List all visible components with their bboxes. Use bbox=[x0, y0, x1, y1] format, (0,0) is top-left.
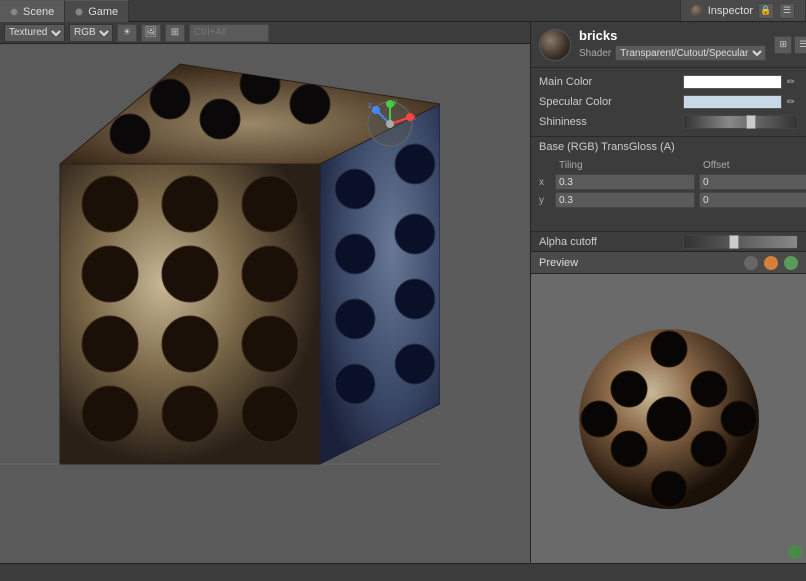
alpha-cutoff-row: Alpha cutoff bbox=[531, 231, 806, 251]
specular-color-label: Specular Color bbox=[539, 96, 679, 108]
preview-sphere-svg bbox=[569, 309, 769, 529]
viewport: Textured RGB ☀ 🖼 ⊞ bbox=[0, 22, 530, 563]
preview-canvas bbox=[531, 274, 806, 563]
tab-inspector[interactable]: Inspector 🔒 ☰ bbox=[680, 0, 806, 21]
tiling-col-header: Tiling bbox=[555, 160, 695, 171]
properties: Main Color ✏ Specular Color ✏ Shininess bbox=[531, 68, 806, 136]
material-icons: ⊞ ☰ bbox=[774, 36, 806, 54]
preview-btn-orange[interactable] bbox=[764, 256, 778, 270]
texture-content: Tiling Offset x y bbox=[539, 157, 798, 223]
specular-color-eyedropper[interactable]: ✏ bbox=[784, 95, 798, 109]
status-bar bbox=[0, 563, 806, 581]
material-icon-btn-2[interactable]: ☰ bbox=[794, 36, 806, 54]
tiling-y-input[interactable] bbox=[555, 192, 695, 208]
tiling-offset-header: Tiling Offset bbox=[539, 157, 806, 173]
inspector-tab-label: Inspector bbox=[708, 5, 753, 17]
svg-text:z: z bbox=[368, 101, 372, 110]
game-tab-label: Game bbox=[88, 6, 118, 18]
offset-x-input[interactable] bbox=[699, 174, 806, 190]
shininess-thumb[interactable] bbox=[746, 115, 756, 129]
viewport-scene: z y x bbox=[0, 44, 530, 563]
material-icon-btn-1[interactable]: ⊞ bbox=[774, 36, 792, 54]
preview-btn-green[interactable] bbox=[784, 256, 798, 270]
x-axis-label: x bbox=[539, 177, 551, 188]
layers-icon-btn[interactable]: ⊞ bbox=[165, 24, 185, 42]
search-input[interactable] bbox=[189, 24, 269, 42]
inspector-menu-button[interactable]: ☰ bbox=[779, 3, 795, 19]
texture-header: Base (RGB) TransGloss (A) bbox=[539, 141, 798, 153]
tab-game[interactable]: Game bbox=[65, 0, 129, 22]
inspector-panel: bricks Shader Transparent/Cutout/Specula… bbox=[530, 22, 806, 563]
specular-color-swatch[interactable] bbox=[683, 95, 782, 109]
shader-select[interactable]: Transparent/Cutout/Specular bbox=[615, 45, 766, 61]
sun-icon-btn[interactable]: ☀ bbox=[117, 24, 137, 42]
main-color-eyedropper[interactable]: ✏ bbox=[784, 75, 798, 89]
material-shader-row: Shader Transparent/Cutout/Specular bbox=[579, 45, 766, 61]
shininess-row: Shininess bbox=[531, 112, 806, 132]
material-info: bricks Shader Transparent/Cutout/Specula… bbox=[579, 28, 766, 61]
inspector-sphere-icon bbox=[691, 5, 703, 17]
scene-dot-icon bbox=[10, 8, 18, 16]
main-color-value: ✏ bbox=[683, 75, 798, 89]
svg-text:y: y bbox=[393, 97, 397, 106]
game-dot-icon bbox=[75, 8, 83, 16]
preview-sphere-container bbox=[531, 274, 806, 563]
viewport-toolbar: Textured RGB ☀ 🖼 ⊞ bbox=[0, 22, 530, 44]
tiling-x-row: x bbox=[539, 173, 806, 191]
texture-label: Base (RGB) TransGloss (A) bbox=[539, 141, 798, 153]
main-color-swatch[interactable] bbox=[683, 75, 782, 89]
scene-render: z y x bbox=[0, 44, 530, 563]
preview-title: Preview bbox=[539, 257, 738, 269]
specular-color-value: ✏ bbox=[683, 95, 798, 109]
scene-svg: z y x bbox=[0, 44, 440, 534]
corner-add-button[interactable] bbox=[788, 545, 802, 559]
material-preview-sphere bbox=[539, 29, 571, 61]
color-mode-select[interactable]: RGB bbox=[69, 24, 113, 42]
alpha-slider-thumb[interactable] bbox=[729, 235, 739, 249]
tiling-x-input[interactable] bbox=[555, 174, 695, 190]
shininess-value bbox=[683, 115, 798, 129]
tab-bar: Scene Game Inspector 🔒 ☰ bbox=[0, 0, 806, 22]
shininess-slider[interactable] bbox=[683, 115, 798, 129]
texture-section: Base (RGB) TransGloss (A) Tiling Offset … bbox=[531, 136, 806, 227]
y-axis-label: y bbox=[539, 195, 551, 206]
svg-text:x: x bbox=[412, 113, 416, 122]
offset-col-header: Offset bbox=[699, 160, 806, 171]
display-mode-select[interactable]: Textured bbox=[4, 24, 65, 42]
tab-scene[interactable]: Scene bbox=[0, 0, 65, 22]
lock-button[interactable]: 🔒 bbox=[758, 3, 774, 19]
preview-btn-dark[interactable] bbox=[744, 256, 758, 270]
alpha-slider[interactable] bbox=[683, 235, 798, 249]
material-name: bricks bbox=[579, 28, 766, 43]
image-icon-btn[interactable]: 🖼 bbox=[141, 24, 161, 42]
offset-y-input[interactable] bbox=[699, 192, 806, 208]
main-content: Textured RGB ☀ 🖼 ⊞ bbox=[0, 22, 806, 563]
alpha-cutoff-label: Alpha cutoff bbox=[539, 236, 679, 248]
specular-color-row: Specular Color ✏ bbox=[531, 92, 806, 112]
main-color-row: Main Color ✏ bbox=[531, 72, 806, 92]
material-header: bricks Shader Transparent/Cutout/Specula… bbox=[531, 22, 806, 68]
texture-settings: Tiling Offset x y bbox=[539, 157, 806, 223]
preview-section: Preview bbox=[531, 251, 806, 563]
shader-label: Shader bbox=[579, 48, 611, 59]
shininess-label: Shininess bbox=[539, 116, 679, 128]
scene-tab-label: Scene bbox=[23, 6, 54, 18]
tiling-y-row: y bbox=[539, 191, 806, 209]
main-color-label: Main Color bbox=[539, 76, 679, 88]
preview-header: Preview bbox=[531, 252, 806, 274]
